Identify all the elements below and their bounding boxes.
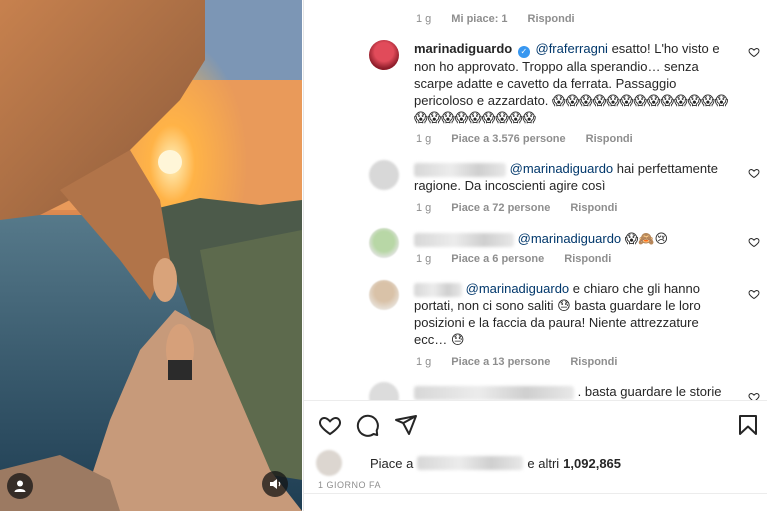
comment-icon[interactable] <box>356 413 380 437</box>
comment-reply: @marinadiguardo hai perfettamente ragion… <box>414 160 734 194</box>
comment-likes[interactable]: Piace a 6 persone <box>451 253 544 265</box>
comment-reply: @marinadiguardo 😱🙈😢 <box>414 230 734 247</box>
blurred-username <box>414 162 506 177</box>
comment-time: 1 g <box>416 356 432 368</box>
speaker-icon <box>270 479 281 489</box>
post-time-ago[interactable]: 1 GIORNO FA <box>318 480 381 490</box>
comments-panel: 1 g Mi piace: 1 Rispondi marinadiguardo … <box>303 0 767 511</box>
comment-time: 1 g <box>416 13 432 25</box>
comment-mention[interactable]: @marinadiguardo <box>466 281 570 296</box>
avatar[interactable] <box>369 40 399 70</box>
likes-suffix: e altri <box>527 455 560 471</box>
comment-likes[interactable]: Piace a 3.576 persone <box>451 133 565 145</box>
comment-meta-row: 1 g Piace a 13 persone Rispondi <box>416 356 617 368</box>
comment-meta-row: 1 g Piace a 6 persone Rispondi <box>416 253 611 265</box>
blurred-username <box>414 282 462 297</box>
divider <box>304 493 767 494</box>
comment-meta-row: 1 g Piace a 72 persone Rispondi <box>416 202 617 214</box>
comment-likes[interactable]: Piace a 13 persone <box>451 356 550 368</box>
comment-likes[interactable]: Mi piace: 1 <box>451 13 507 25</box>
comment-meta-row: 1 g Mi piace: 1 Rispondi <box>416 13 575 25</box>
reply-button[interactable]: Rispondi <box>570 356 617 368</box>
comment-mention[interactable]: @marinadiguardo <box>510 161 614 176</box>
avatar[interactable] <box>369 382 399 400</box>
reply-button[interactable]: Rispondi <box>570 202 617 214</box>
like-comment-heart-icon[interactable] <box>748 236 760 248</box>
comment-reply: @marinadiguardo e chiaro che gli hanno p… <box>414 280 734 348</box>
liker-avatar <box>316 450 342 476</box>
comment-likes[interactable]: Piace a 72 persone <box>451 202 550 214</box>
post-photo[interactable] <box>0 0 302 511</box>
comment-mention[interactable]: @marinadiguardo <box>518 231 622 246</box>
avatar[interactable] <box>369 160 399 190</box>
comment-time: 1 g <box>416 202 432 214</box>
avatar[interactable] <box>369 228 399 258</box>
comment-meta-row: 1 g Piace a 3.576 persone Rispondi <box>416 133 633 145</box>
likes-summary[interactable]: Piace a e altri 1,092,865 <box>316 450 621 476</box>
comment-time: 1 g <box>416 253 432 265</box>
avatar[interactable] <box>369 280 399 310</box>
post-actions: Piace a e altri 1,092,865 1 GIORNO FA <box>304 400 767 511</box>
user-icon <box>14 480 26 492</box>
like-comment-heart-icon[interactable] <box>748 288 760 300</box>
likes-prefix: Piace a <box>370 455 414 471</box>
comment-marinadiguardo: marinadiguardo ✓ @fraferragni esatto! L'… <box>414 40 734 126</box>
comment-reply: . basta guardare le storie <box>414 383 734 400</box>
likes-count[interactable]: 1,092,865 <box>563 456 621 471</box>
comment-text: . basta guardare le storie <box>577 384 722 399</box>
reply-button[interactable]: Rispondi <box>564 253 611 265</box>
comment-mention[interactable]: @fraferragni <box>536 41 608 56</box>
like-comment-heart-icon[interactable] <box>748 391 760 400</box>
verified-badge-icon: ✓ <box>517 46 530 58</box>
cliff-sunset-image <box>0 0 302 511</box>
mute-button[interactable] <box>262 471 288 497</box>
comment-emoji: 😱🙈😢 <box>624 231 669 246</box>
reply-button[interactable]: Rispondi <box>586 133 633 145</box>
heart-icon[interactable] <box>318 413 342 437</box>
comments-list: 1 g Mi piace: 1 Rispondi marinadiguardo … <box>304 0 767 400</box>
blurred-username <box>414 232 514 247</box>
like-comment-heart-icon[interactable] <box>748 167 760 179</box>
blurred-liker-name <box>417 456 524 470</box>
paper-plane-icon[interactable] <box>394 413 418 437</box>
blurred-username <box>414 385 574 400</box>
tag-people-button[interactable] <box>7 473 33 499</box>
bookmark-icon[interactable] <box>736 413 760 437</box>
reply-button[interactable]: Rispondi <box>528 13 575 25</box>
comment-username[interactable]: marinadiguardo <box>414 41 512 56</box>
comment-time: 1 g <box>416 133 432 145</box>
like-comment-heart-icon[interactable] <box>748 46 760 58</box>
